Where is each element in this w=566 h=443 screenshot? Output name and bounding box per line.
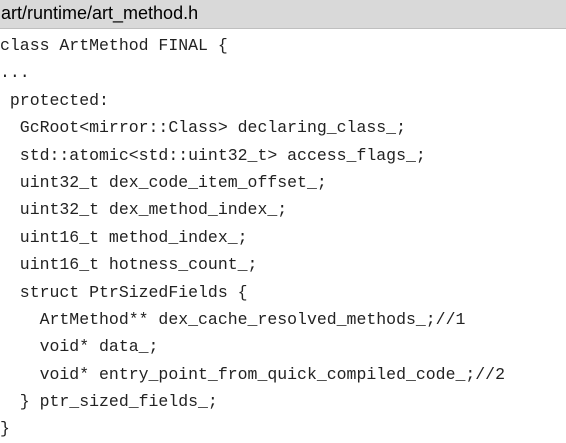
code-line: GcRoot<mirror::Class> declaring_class_; bbox=[0, 118, 406, 138]
file-header: art/runtime/art_method.h bbox=[0, 0, 566, 29]
code-line: void* entry_point_from_quick_compiled_co… bbox=[0, 364, 505, 384]
code-line: ... bbox=[0, 63, 30, 83]
code-line: class ArtMethod FINAL { bbox=[0, 36, 228, 55]
code-line: } bbox=[0, 419, 10, 439]
code-line: uint16_t method_index_; bbox=[0, 227, 248, 247]
code-line: } ptr_sized_fields_; bbox=[0, 392, 218, 412]
code-line: uint16_t hotness_count_; bbox=[0, 255, 258, 275]
code-line: uint32_t dex_method_index_; bbox=[0, 200, 288, 220]
code-line: struct PtrSizedFields { bbox=[0, 282, 248, 302]
code-line: void* data_; bbox=[0, 337, 159, 357]
code-line: std::atomic<std::uint32_t> access_flags_… bbox=[0, 145, 426, 165]
code-line: ArtMethod** dex_cache_resolved_methods_;… bbox=[0, 309, 466, 329]
code-line: uint32_t dex_code_item_offset_; bbox=[0, 172, 327, 192]
code-line: protected: bbox=[0, 90, 109, 110]
file-path: art/runtime/art_method.h bbox=[1, 3, 199, 23]
code-listing: class ArtMethod FINAL { ... protected: G… bbox=[0, 32, 566, 443]
